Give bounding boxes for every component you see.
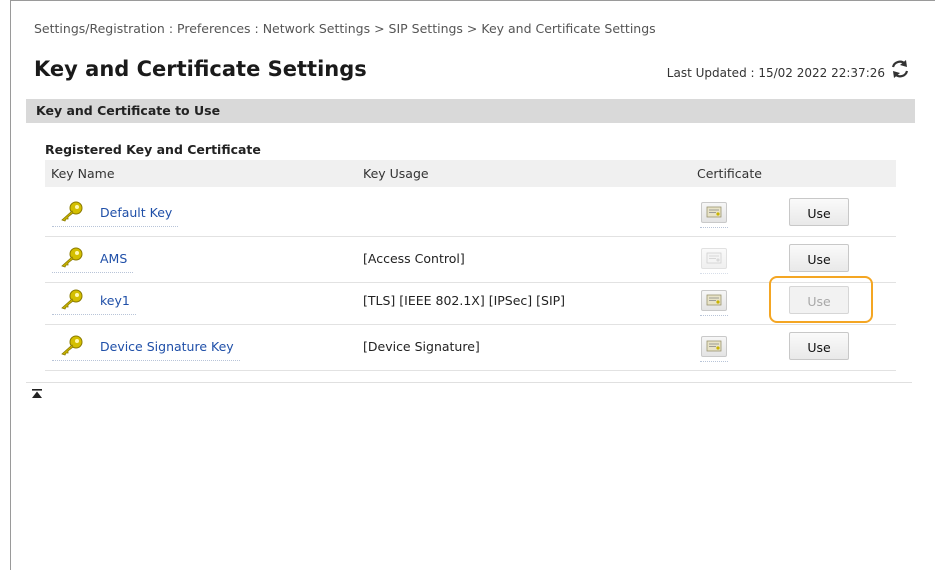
subsection-title: Registered Key and Certificate <box>45 142 261 157</box>
divider <box>26 382 912 383</box>
breadcrumb: Settings/Registration : Preferences : Ne… <box>34 21 656 36</box>
certificate-icon[interactable] <box>700 202 728 228</box>
key-usage: [TLS] [IEEE 802.1X] [IPSec] [SIP] <box>363 293 566 308</box>
page-top-icon[interactable] <box>32 389 42 399</box>
key-icon <box>61 289 83 310</box>
use-button[interactable]: Use <box>789 198 849 226</box>
table-row: Default Key Use <box>45 190 896 237</box>
section-title: Key and Certificate to Use <box>36 103 221 118</box>
key-usage: [Device Signature] <box>363 339 480 354</box>
use-button[interactable]: Use <box>789 244 849 272</box>
key-icon <box>61 247 83 268</box>
use-button[interactable]: Use <box>789 332 849 360</box>
section-header: Key and Certificate to Use <box>26 99 915 123</box>
key-usage: [Access Control] <box>363 251 465 266</box>
key-name-link[interactable]: Device Signature Key <box>52 339 240 361</box>
table-header: Key Name Key Usage Certificate <box>45 160 896 187</box>
last-updated-label: Last Updated : 15/02 2022 22:37:26 <box>666 66 885 80</box>
table-row: AMS [Access Control] Use <box>45 236 896 283</box>
refresh-icon[interactable] <box>889 58 911 80</box>
certificate-icon <box>700 248 728 274</box>
key-icon <box>61 201 83 222</box>
highlight-outline <box>769 276 873 323</box>
column-header-certificate: Certificate <box>697 166 762 181</box>
key-name-link[interactable]: Default Key <box>51 205 179 227</box>
table-row: Device Signature Key [Device Signature] … <box>45 324 896 371</box>
column-header-key-usage: Key Usage <box>363 166 429 181</box>
key-name-link[interactable]: AMS <box>51 251 134 273</box>
key-name-link[interactable]: key1 <box>52 293 136 315</box>
column-header-key-name: Key Name <box>51 166 115 181</box>
page-title: Key and Certificate Settings <box>34 57 367 81</box>
certificate-icon[interactable] <box>700 336 728 362</box>
certificate-icon[interactable] <box>700 290 728 316</box>
key-icon <box>61 335 83 356</box>
